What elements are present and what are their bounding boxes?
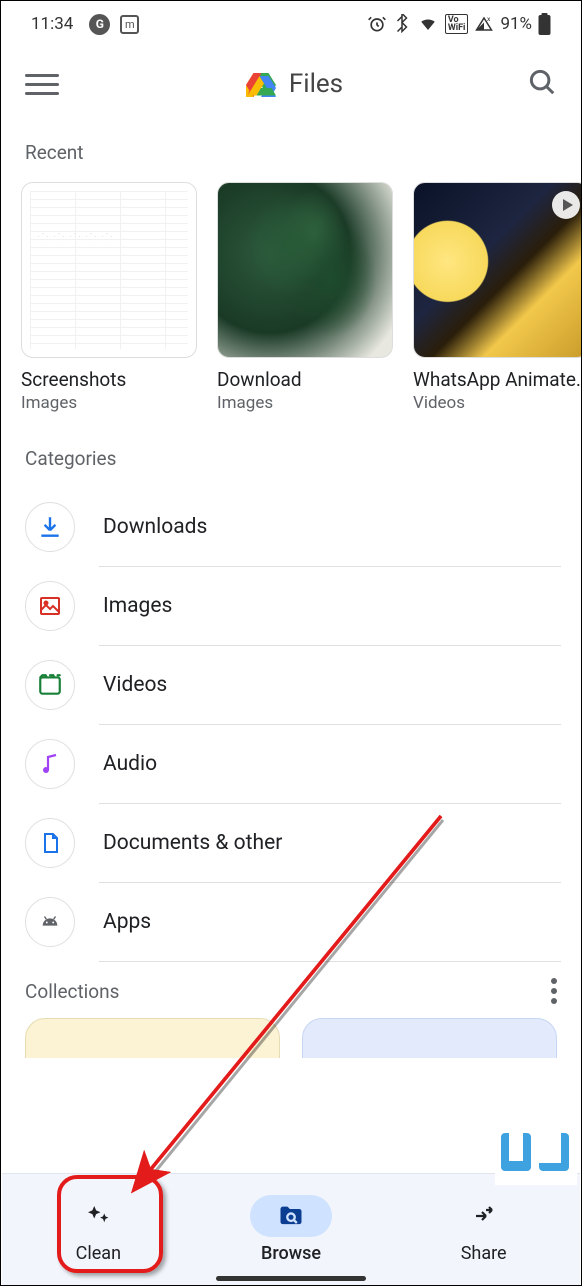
volte-icon: Vo WiFi — [445, 14, 469, 34]
recent-card-whatsapp[interactable]: WhatsApp Animated… Videos — [413, 182, 581, 413]
recent-card-download[interactable]: Download Images — [217, 182, 393, 413]
category-apps[interactable]: Apps — [21, 883, 561, 961]
collections-header: Collections — [1, 962, 581, 1018]
category-label: Documents & other — [103, 831, 282, 855]
recent-row[interactable]: Screenshots Images Download Images Whats… — [1, 182, 581, 413]
collection-card[interactable] — [25, 1018, 280, 1058]
recent-label: Recent — [1, 111, 581, 182]
categories-label: Categories — [1, 413, 581, 488]
bottom-nav: Clean Browse Share — [2, 1173, 580, 1285]
recent-card-subtitle: Images — [217, 393, 393, 413]
category-label: Audio — [103, 752, 157, 776]
document-icon — [25, 818, 75, 868]
nav-label: Clean — [76, 1243, 121, 1264]
signal-icon: x — [474, 15, 494, 33]
download-icon — [25, 502, 75, 552]
battery-percent: 91% — [500, 14, 532, 34]
sparkle-icon — [57, 1195, 139, 1237]
nav-browse[interactable]: Browse — [195, 1195, 388, 1264]
recent-thumb — [413, 182, 581, 358]
app-title-text: Files — [289, 69, 343, 99]
play-icon — [552, 191, 580, 219]
android-icon — [25, 897, 75, 947]
share-icon — [443, 1195, 525, 1237]
categories-list: Downloads Images Videos Audio Documents … — [1, 488, 581, 962]
recent-thumb — [21, 182, 197, 358]
collection-card[interactable] — [302, 1018, 557, 1058]
recent-card-title: WhatsApp Animated… — [413, 368, 581, 391]
nav-share[interactable]: Share — [387, 1195, 580, 1264]
image-icon — [25, 581, 75, 631]
bluetooth-icon — [393, 14, 411, 34]
menu-button[interactable] — [25, 74, 59, 95]
category-images[interactable]: Images — [21, 567, 561, 645]
collections-label: Collections — [25, 980, 119, 1003]
watermark-icon — [495, 1123, 577, 1185]
recent-card-title: Download — [217, 368, 393, 391]
status-time: 11:34 — [31, 14, 73, 34]
battery-icon — [538, 13, 551, 35]
recent-card-subtitle: Videos — [413, 393, 581, 413]
folder-search-icon — [250, 1195, 332, 1237]
status-bar: 11:34 G m Vo WiFi x 91% — [1, 1, 581, 43]
gesture-bar — [216, 1276, 366, 1281]
category-label: Images — [103, 594, 172, 618]
status-left: 11:34 G m — [31, 14, 139, 35]
recent-card-screenshots[interactable]: Screenshots Images — [21, 182, 197, 413]
wifi-icon — [417, 15, 439, 33]
files-logo-icon — [243, 69, 279, 99]
category-downloads[interactable]: Downloads — [21, 488, 561, 566]
nav-clean[interactable]: Clean — [2, 1195, 195, 1264]
status-g-icon: G — [89, 14, 110, 35]
category-label: Apps — [103, 910, 151, 934]
category-documents[interactable]: Documents & other — [21, 804, 561, 882]
toolbar: Files — [1, 43, 581, 111]
alarm-icon — [367, 14, 387, 34]
category-videos[interactable]: Videos — [21, 646, 561, 724]
category-audio[interactable]: Audio — [21, 725, 561, 803]
status-m-icon: m — [120, 15, 139, 34]
video-icon — [25, 660, 75, 710]
recent-thumb — [217, 182, 393, 358]
nav-label: Browse — [261, 1243, 321, 1264]
search-button[interactable] — [527, 67, 557, 101]
collections-cards — [1, 1018, 581, 1058]
category-label: Videos — [103, 673, 167, 697]
app-title: Files — [243, 69, 343, 99]
more-button[interactable] — [551, 978, 557, 1004]
recent-card-subtitle: Images — [21, 393, 197, 413]
category-label: Downloads — [103, 515, 207, 539]
nav-label: Share — [461, 1243, 507, 1264]
svg-text:x: x — [487, 15, 491, 23]
audio-icon — [25, 739, 75, 789]
status-right: Vo WiFi x 91% — [367, 13, 551, 35]
recent-card-title: Screenshots — [21, 368, 197, 391]
